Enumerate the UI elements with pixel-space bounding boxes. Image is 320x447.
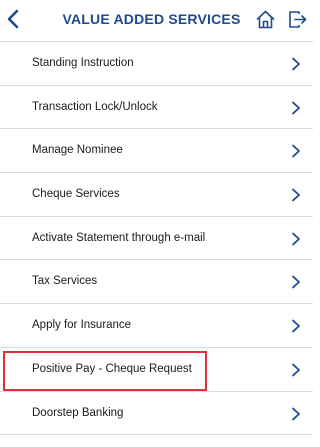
chevron-right-icon [292,232,300,246]
services-list: Standing Instruction Transaction Lock/Un… [0,42,313,436]
service-item-doorstep-banking[interactable]: Doorstep Banking [0,392,313,436]
home-icon [256,10,275,29]
chevron-right-icon [292,101,300,115]
service-item-label: Apply for Insurance [32,319,132,332]
logout-icon [289,11,307,28]
service-item-cheque-services[interactable]: Cheque Services [0,173,313,217]
home-button[interactable] [255,9,276,30]
service-item-transaction-lock[interactable]: Transaction Lock/Unlock [0,86,313,130]
service-item-label: Doorstep Banking [32,406,124,419]
header-bar: VALUE ADDED SERVICES [0,0,313,42]
service-item-activate-statement[interactable]: Activate Statement through e-mail [0,217,313,261]
chevron-right-icon [292,276,300,289]
chevron-right-icon [292,188,300,202]
service-item-manage-nominee[interactable]: Manage Nominee [0,129,313,174]
service-item-standing-instruction[interactable]: Standing Instruction [0,42,313,86]
chevron-right-icon [292,407,300,420]
service-item-label: Standing Instruction [32,57,134,69]
service-item-label: Cheque Services [32,188,120,201]
service-item-label: Tax Services [32,275,98,288]
chevron-right-icon [292,363,300,377]
logout-button[interactable] [287,9,308,30]
service-item-apply-insurance[interactable]: Apply for Insurance [0,304,313,348]
service-item-label: Transaction Lock/Unlock [32,100,158,113]
chevron-right-icon [292,319,300,333]
service-item-label: Positive Pay - Cheque Request [32,362,192,375]
chevron-right-icon [292,144,300,158]
service-item-label: Manage Nominee [32,144,123,157]
chevron-right-icon [292,57,300,71]
service-item-tax-services[interactable]: Tax Services [0,260,313,305]
service-item-positive-pay[interactable]: Positive Pay - Cheque Request [0,348,313,392]
service-item-label: Activate Statement through e-mail [32,231,206,244]
